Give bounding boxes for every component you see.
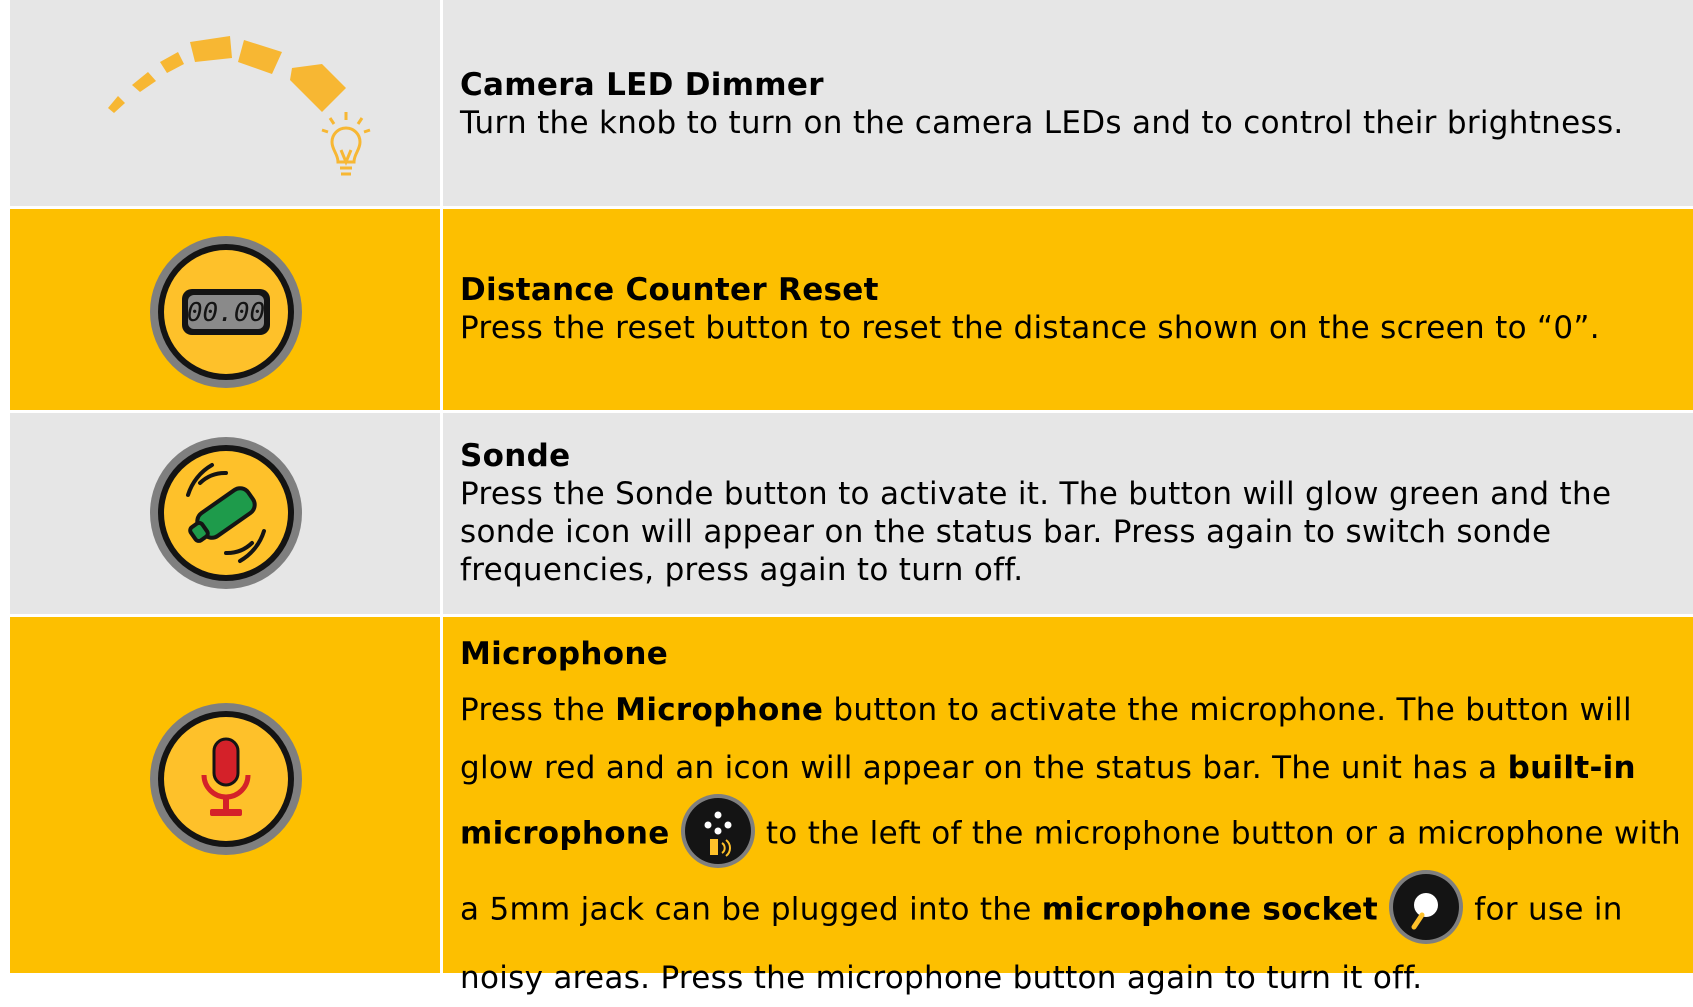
row-distance-counter-reset: 00.00 Distance Counter Reset Press the r…: [10, 209, 1693, 410]
text-cell: Sonde Press the Sonde button to activate…: [460, 437, 1693, 589]
column-divider: [440, 617, 443, 973]
icon-cell: [10, 0, 440, 206]
row-camera-led-dimmer: Camera LED Dimmer Turn the knob to turn …: [10, 0, 1693, 206]
row-microphone: Microphone Press the Microphone button t…: [10, 617, 1693, 996]
microphone-socket-icon: [1388, 869, 1464, 945]
icon-cell: [10, 617, 440, 973]
column-divider: [440, 0, 443, 206]
column-divider: [440, 209, 443, 410]
distance-counter-icon: 00.00: [150, 236, 302, 388]
row-title: Camera LED Dimmer: [460, 67, 824, 103]
led-dimmer-icon: [108, 36, 371, 176]
row-title: Distance Counter Reset: [460, 272, 879, 308]
icon-cell: [10, 413, 440, 614]
row-title: Sonde: [460, 438, 571, 474]
sonde-icon: [150, 437, 302, 589]
lightbulb-icon: [321, 112, 371, 176]
built-in-microphone-icon: [680, 793, 756, 869]
row-description: Turn the knob to turn on the camera LEDs…: [460, 105, 1624, 141]
text-cell: Distance Counter Reset Press the reset b…: [460, 271, 1693, 347]
row-description: Press the reset button to reset the dist…: [460, 310, 1600, 346]
desc-bold-microphone: Microphone: [615, 692, 824, 728]
row-description: Press the Microphone button to activate …: [460, 681, 1693, 1007]
column-divider: [440, 413, 443, 614]
row-description: Press the Sonde button to activate it. T…: [460, 476, 1612, 588]
icon-cell: 00.00: [10, 209, 440, 410]
counter-display-text: 00.00: [187, 298, 265, 328]
row-title: Microphone: [460, 636, 669, 672]
desc-bold-microphone-socket: microphone socket: [1041, 891, 1378, 928]
desc-text: Press the: [460, 692, 616, 728]
microphone-icon: [150, 703, 302, 855]
text-cell: Camera LED Dimmer Turn the knob to turn …: [460, 66, 1693, 142]
row-sonde: Sonde Press the Sonde button to activate…: [10, 413, 1693, 614]
text-cell: Microphone Press the Microphone button t…: [460, 635, 1693, 1007]
